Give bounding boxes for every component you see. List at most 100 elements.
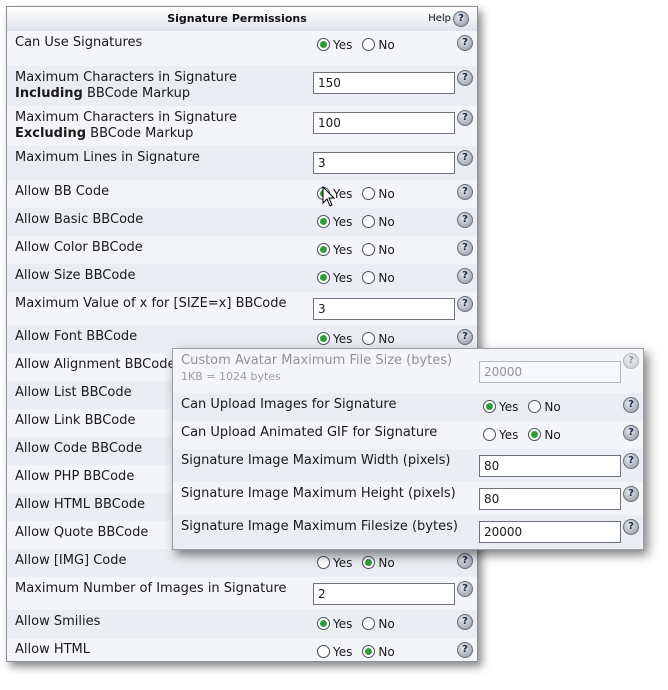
help-question-icon[interactable]: ? — [457, 110, 473, 126]
setting-label: Can Use Signatures — [15, 35, 143, 50]
yes-no-radio-group: Yes No — [317, 271, 395, 285]
help-question-icon[interactable]: ? — [623, 425, 639, 441]
setting-label: Allow Font BBCode — [15, 329, 138, 344]
radio-yes[interactable] — [317, 215, 330, 228]
radio-no-label[interactable]: No — [378, 187, 394, 201]
radio-yes-label[interactable]: Yes — [333, 332, 352, 346]
help-question-icon[interactable]: ? — [457, 268, 473, 284]
radio-yes-label[interactable]: Yes — [499, 400, 518, 414]
radio-yes-label[interactable]: Yes — [333, 38, 352, 52]
panel-title-bar: Signature Permissions Help ? — [7, 7, 477, 32]
setting-label-line: Custom Avatar Maximum File Size (bytes) — [181, 353, 453, 368]
help-question-icon[interactable]: ? — [457, 642, 473, 658]
radio-no[interactable] — [528, 428, 542, 441]
mouse-cursor-icon — [322, 186, 336, 207]
setting-label: Allow HTML — [15, 642, 91, 657]
radio-yes-label[interactable]: Yes — [499, 428, 518, 442]
help-icon[interactable]: ? — [453, 11, 469, 27]
help-question-icon[interactable]: ? — [457, 296, 473, 312]
help-question-icon[interactable]: ? — [457, 581, 473, 597]
setting-label: Maximum Number of Images in Signature — [15, 581, 287, 596]
radio-no-label[interactable]: No — [378, 617, 394, 631]
setting-row: Maximum Lines in Signature 3? — [7, 146, 477, 181]
setting-text-input[interactable]: 3 — [313, 298, 455, 320]
setting-text-input[interactable]: 20000 — [479, 361, 621, 383]
help-question-icon[interactable]: ? — [457, 212, 473, 228]
help-question-icon[interactable]: ? — [623, 519, 639, 535]
help-question-icon[interactable]: ? — [457, 553, 473, 569]
yes-no-radio-group: Yes No — [317, 243, 395, 257]
radio-yes-label[interactable]: Yes — [333, 645, 352, 659]
radio-yes[interactable] — [317, 332, 330, 345]
radio-no-label[interactable]: No — [544, 400, 560, 414]
help-label[interactable]: Help — [428, 13, 451, 24]
radio-yes-label[interactable]: Yes — [333, 617, 352, 631]
radio-no[interactable] — [362, 332, 376, 345]
setting-text-input[interactable]: 20000 — [479, 521, 621, 543]
radio-no-label[interactable]: No — [378, 38, 394, 52]
radio-no-label[interactable]: No — [378, 215, 394, 229]
setting-row: Can Upload Images for Signature Yes No? — [173, 393, 643, 422]
help-question-icon[interactable]: ? — [457, 35, 473, 51]
radio-no-label[interactable]: No — [544, 428, 560, 442]
radio-yes[interactable] — [317, 38, 330, 51]
help-question-icon[interactable]: ? — [457, 240, 473, 256]
radio-no[interactable] — [362, 187, 376, 200]
radio-yes[interactable] — [483, 400, 496, 413]
setting-text-input[interactable]: 150 — [313, 72, 455, 94]
radio-yes[interactable] — [317, 617, 330, 630]
radio-no[interactable] — [362, 617, 376, 630]
setting-text-input[interactable]: 100 — [313, 112, 455, 134]
help-question-icon[interactable]: ? — [623, 353, 639, 369]
radio-no-label[interactable]: No — [378, 645, 394, 659]
radio-yes-label[interactable]: Yes — [333, 556, 352, 570]
setting-row: Can Upload Animated GIF for Signature Yes… — [173, 421, 643, 450]
yes-no-radio-group: Yes No — [483, 400, 561, 414]
setting-text-input[interactable]: 3 — [313, 152, 455, 174]
radio-no[interactable] — [528, 400, 542, 413]
radio-no-label[interactable]: No — [378, 243, 394, 257]
help-question-icon[interactable]: ? — [457, 150, 473, 166]
radio-yes[interactable] — [317, 556, 330, 569]
radio-yes[interactable] — [317, 645, 330, 658]
setting-label: Signature Image Maximum Filesize (bytes) — [181, 519, 458, 534]
radio-yes-label[interactable]: Yes — [333, 271, 352, 285]
radio-no[interactable] — [362, 215, 376, 228]
radio-no-label[interactable]: No — [378, 332, 394, 346]
radio-no[interactable] — [362, 556, 376, 569]
help-question-icon[interactable]: ? — [457, 70, 473, 86]
setting-label: Allow BB Code — [15, 184, 110, 199]
setting-text-input[interactable]: 80 — [479, 455, 621, 477]
radio-yes[interactable] — [317, 271, 330, 284]
radio-no[interactable] — [362, 243, 376, 256]
setting-label: Can Upload Images for Signature — [181, 397, 397, 412]
setting-sublabel: 1KB = 1024 bytes — [181, 370, 281, 383]
radio-yes-label[interactable]: Yes — [333, 243, 352, 257]
help-question-icon[interactable]: ? — [623, 486, 639, 502]
help-question-icon[interactable]: ? — [623, 453, 639, 469]
help-question-icon[interactable]: ? — [457, 329, 473, 345]
radio-no[interactable] — [362, 271, 376, 284]
setting-label: Allow Size BBCode — [15, 268, 136, 283]
setting-text-input[interactable]: 80 — [479, 488, 621, 510]
setting-row: Signature Image Maximum Width (pixels) 80… — [173, 449, 643, 483]
panel-title: Signature Permissions — [167, 12, 307, 25]
radio-yes[interactable] — [483, 428, 496, 441]
radio-no-label[interactable]: No — [378, 556, 394, 570]
help-question-icon[interactable]: ? — [457, 614, 473, 630]
help-question-icon[interactable]: ? — [457, 184, 473, 200]
setting-label: Signature Image Maximum Height (pixels) — [181, 486, 456, 501]
setting-row: Maximum Characters in Signature Excluding… — [7, 106, 477, 147]
radio-yes-label[interactable]: Yes — [333, 215, 352, 229]
radio-no[interactable] — [362, 645, 376, 658]
setting-label-emphasis: Excluding — [15, 126, 87, 141]
help-question-icon[interactable]: ? — [623, 397, 639, 413]
setting-label-line: Maximum Characters in Signature — [15, 110, 237, 125]
setting-label: Signature Image Maximum Width (pixels) — [181, 453, 451, 468]
setting-row: Signature Image Maximum Filesize (bytes)… — [173, 515, 643, 549]
setting-row: Allow Basic BBCode Yes No? — [7, 208, 477, 237]
radio-no-label[interactable]: No — [378, 271, 394, 285]
setting-text-input[interactable]: 2 — [313, 583, 455, 605]
radio-no[interactable] — [362, 38, 376, 51]
radio-yes[interactable] — [317, 243, 330, 256]
